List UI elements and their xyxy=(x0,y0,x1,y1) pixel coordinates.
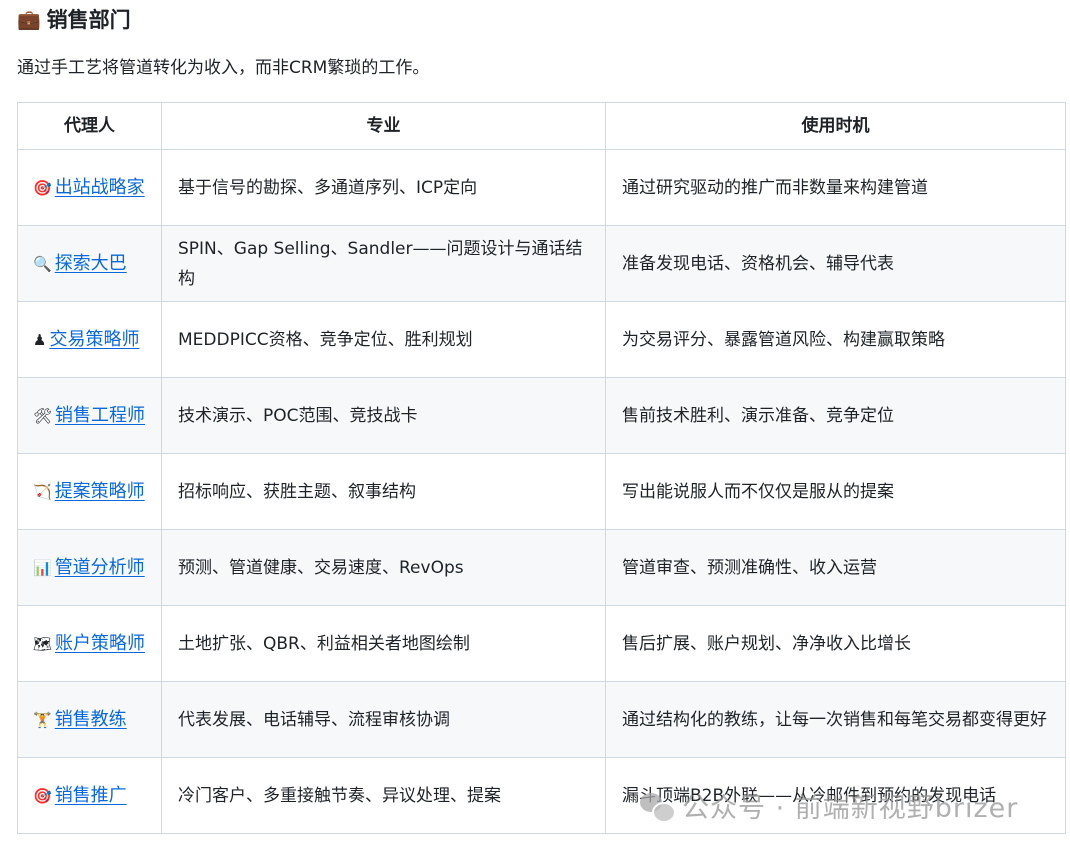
cell-expertise: 冷门客户、多重接触节奏、异议处理、提案 xyxy=(161,757,606,834)
agent-link[interactable]: 管道分析师 xyxy=(55,557,145,578)
cell-when: 为交易评分、暴露管道风险、构建赢取策略 xyxy=(605,301,1066,378)
agent-link[interactable]: 提案策略师 xyxy=(55,481,145,502)
table-row: 🔍 探索大巴 SPIN、Gap Selling、Sandler——问题设计与通话结构… xyxy=(17,225,1066,302)
map-icon: 🗺 xyxy=(33,634,53,653)
cell-expertise: 土地扩张、QBR、利益相关者地图绘制 xyxy=(161,605,606,682)
table-row: 🎯 销售推广 冷门客户、多重接触节奏、异议处理、提案 漏斗顶端B2B外联——从冷邮件到… xyxy=(17,757,1066,834)
cell-agent: 🔍 探索大巴 xyxy=(17,225,162,302)
bar-chart-icon: 📊 xyxy=(33,558,52,577)
cell-agent: 🗺 账户策略师 xyxy=(17,605,162,682)
section-heading: 💼 销售部门 xyxy=(17,1,1065,37)
cell-expertise: 招标响应、获胜主题、叙事结构 xyxy=(161,453,606,530)
cell-expertise: 基于信号的勘探、多通道序列、ICP定向 xyxy=(161,149,606,226)
tools-icon: 🛠 xyxy=(33,406,53,425)
section-title: 销售部门 xyxy=(46,8,131,32)
table-row: ♟ 交易策略师 MEDDPICC资格、竞争定位、胜利规划 为交易评分、暴露管道风险、构… xyxy=(17,301,1066,378)
agents-table: 代理人 专业 使用时机 🎯 出站战略家 基于信号的勘探、多通道序列、ICP定向 通过研… xyxy=(17,102,1066,834)
target-icon: 🎯 xyxy=(33,178,52,197)
cell-agent: 🛠 销售工程师 xyxy=(17,377,162,454)
cell-expertise: 代表发展、电话辅导、流程审核协调 xyxy=(161,681,606,758)
agent-link[interactable]: 销售教练 xyxy=(55,709,127,730)
briefcase-icon: 💼 xyxy=(17,8,41,31)
table-row: 📊 管道分析师 预测、管道健康、交易速度、RevOps 管道审查、预测准确性、收入运营 xyxy=(17,529,1066,606)
chess-pawn-icon: ♟ xyxy=(33,330,47,349)
agent-link[interactable]: 出站战略家 xyxy=(55,177,145,198)
cell-agent: 🎯 销售推广 xyxy=(17,757,162,834)
cell-expertise: MEDDPICC资格、竞争定位、胜利规划 xyxy=(161,301,606,378)
cell-when: 售后扩展、账户规划、净净收入比增长 xyxy=(605,605,1066,682)
weightlifter-icon: 🏋 xyxy=(33,710,52,729)
cell-agent: 🏹 提案策略师 xyxy=(17,453,162,530)
table-row: 🏹 提案策略师 招标响应、获胜主题、叙事结构 写出能说服人而不仅仅是服从的提案 xyxy=(17,453,1066,530)
cell-expertise: 技术演示、POC范围、竞技战卡 xyxy=(161,377,606,454)
cell-when: 通过研究驱动的推广而非数量来构建管道 xyxy=(605,149,1066,226)
table-row: 🛠 销售工程师 技术演示、POC范围、竞技战卡 售前技术胜利、演示准备、竞争定位 xyxy=(17,377,1066,454)
agent-link[interactable]: 交易策略师 xyxy=(49,329,139,350)
agent-link[interactable]: 销售工程师 xyxy=(55,405,145,426)
bow-arrow-icon: 🏹 xyxy=(33,482,52,501)
cell-agent: ♟ 交易策略师 xyxy=(17,301,162,378)
cell-when: 通过结构化的教练，让每一次销售和每笔交易都变得更好 xyxy=(605,681,1066,758)
target-icon: 🎯 xyxy=(33,786,52,805)
agent-link[interactable]: 探索大巴 xyxy=(55,253,127,274)
column-header-expertise: 专业 xyxy=(161,102,606,150)
page-content: 💼 销售部门 通过手工艺将管道转化为收入，而非CRM繁琐的工作。 代理人 专业 … xyxy=(17,0,1066,834)
column-header-agent: 代理人 xyxy=(17,102,162,150)
cell-agent: 🎯 出站战略家 xyxy=(17,149,162,226)
section-description: 通过手工艺将管道转化为收入，而非CRM繁琐的工作。 xyxy=(17,58,430,78)
table-row: 🎯 出站战略家 基于信号的勘探、多通道序列、ICP定向 通过研究驱动的推广而非数量来构… xyxy=(17,149,1066,226)
table-header-row: 代理人 专业 使用时机 xyxy=(17,102,1066,150)
agent-link[interactable]: 销售推广 xyxy=(55,785,127,806)
cell-when: 漏斗顶端B2B外联——从冷邮件到预约的发现电话 xyxy=(605,757,1066,834)
cell-when: 准备发现电话、资格机会、辅导代表 xyxy=(605,225,1066,302)
cell-expertise: 预测、管道健康、交易速度、RevOps xyxy=(161,529,606,606)
table-row: 🏋 销售教练 代表发展、电话辅导、流程审核协调 通过结构化的教练，让每一次销售和每笔交… xyxy=(17,681,1066,758)
cell-agent: 🏋 销售教练 xyxy=(17,681,162,758)
cell-when: 写出能说服人而不仅仅是服从的提案 xyxy=(605,453,1066,530)
magnifier-icon: 🔍 xyxy=(33,254,52,273)
cell-when: 管道审查、预测准确性、收入运营 xyxy=(605,529,1066,606)
cell-agent: 📊 管道分析师 xyxy=(17,529,162,606)
table-row: 🗺 账户策略师 土地扩张、QBR、利益相关者地图绘制 售后扩展、账户规划、净净收入比增… xyxy=(17,605,1066,682)
cell-expertise: SPIN、Gap Selling、Sandler——问题设计与通话结构 xyxy=(161,225,606,302)
agent-link[interactable]: 账户策略师 xyxy=(55,633,145,654)
cell-when: 售前技术胜利、演示准备、竞争定位 xyxy=(605,377,1066,454)
column-header-when: 使用时机 xyxy=(605,102,1066,150)
